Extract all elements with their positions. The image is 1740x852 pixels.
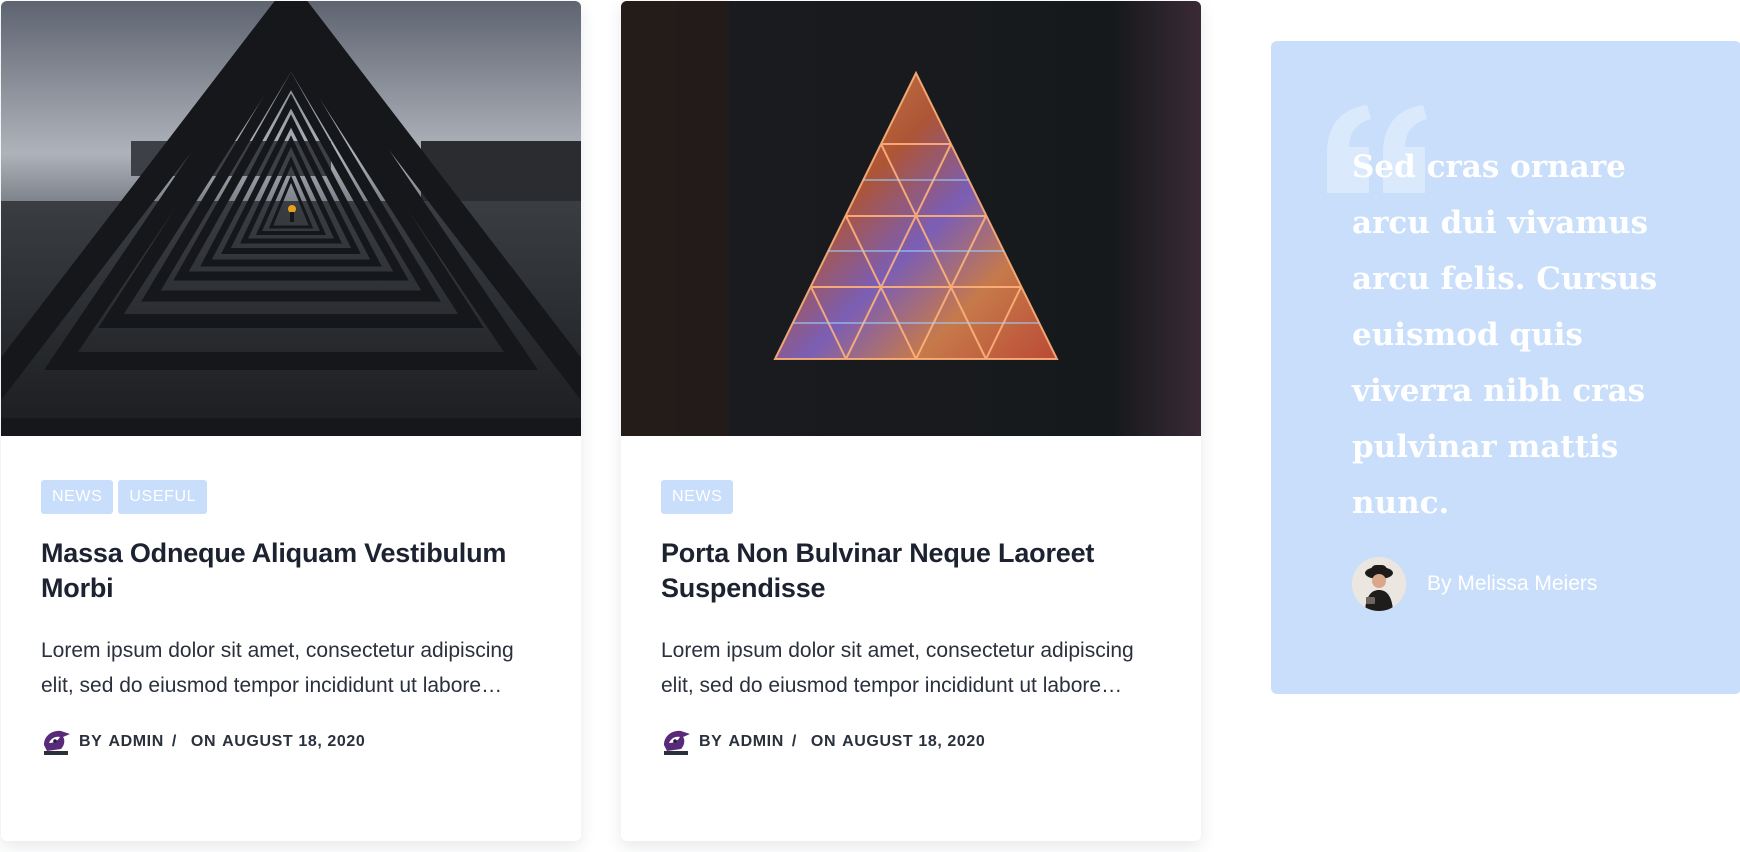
post-meta: BY ADMIN / ON AUGUST 18, 2020 <box>41 727 541 757</box>
testimonial-author-name: By Melissa Meiers <box>1427 572 1598 595</box>
post-tags: NEWS <box>661 480 1161 514</box>
post-image-link[interactable] <box>1 1 581 436</box>
testimonial-quote: Sed cras ornare arcu dui vivamus arcu fe… <box>1352 149 1658 521</box>
meta-by-label: BY <box>79 733 103 750</box>
meta-author-link[interactable]: ADMIN <box>728 733 783 751</box>
testimonial-author: By Melissa Meiers <box>1352 557 1597 611</box>
post-image <box>621 1 1201 436</box>
post-excerpt: Lorem ipsum dolor sit amet, consectetur … <box>661 639 1134 697</box>
tag-useful[interactable]: USEFUL <box>118 480 208 514</box>
meta-on-label: ON <box>810 733 837 750</box>
avatar <box>1352 557 1406 611</box>
post-card: NEWS Porta Non Bulvinar Neque Laoreet Su… <box>621 1 1201 841</box>
meta-date-link[interactable]: AUGUST 18, 2020 <box>842 733 985 751</box>
meta-date-link[interactable]: AUGUST 18, 2020 <box>222 733 365 751</box>
post-meta: BY ADMIN / ON AUGUST 18, 2020 <box>661 727 1161 757</box>
post-tags: NEWS USEFUL <box>41 480 541 514</box>
author-logo-icon <box>41 727 73 757</box>
meta-separator: / <box>791 733 797 750</box>
meta-on-label: ON <box>190 733 217 750</box>
post-title[interactable]: Massa Odneque Aliquam Vestibulum Morbi <box>41 536 541 606</box>
post-image <box>1 1 581 436</box>
meta-author-link[interactable]: ADMIN <box>108 733 163 751</box>
post-excerpt: Lorem ipsum dolor sit amet, consectetur … <box>41 639 514 697</box>
meta-by-label: BY <box>699 733 723 750</box>
author-logo-icon <box>661 727 693 757</box>
post-title[interactable]: Porta Non Bulvinar Neque Laoreet Suspend… <box>661 536 1161 606</box>
post-card: NEWS USEFUL Massa Odneque Aliquam Vestib… <box>1 1 581 841</box>
meta-separator: / <box>171 733 177 750</box>
post-image-link[interactable] <box>621 1 1201 436</box>
testimonial-card: Sed cras ornare arcu dui vivamus arcu fe… <box>1271 41 1740 694</box>
tag-news[interactable]: NEWS <box>661 480 734 514</box>
tag-news[interactable]: NEWS <box>41 480 114 514</box>
